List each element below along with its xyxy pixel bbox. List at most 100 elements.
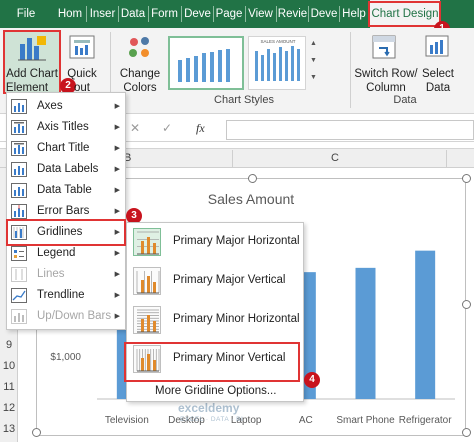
bar-smart-phone[interactable] xyxy=(355,267,376,399)
gridline-option-label: Primary Minor Vertical xyxy=(173,352,286,364)
gridline-option-primary-major-horizontal[interactable]: Primary Major Horizontal xyxy=(129,225,300,261)
menu-item-label: Data Table xyxy=(37,184,92,196)
tab-data[interactable]: Data xyxy=(119,0,147,28)
submenu-arrow-icon: ▶ xyxy=(114,187,120,194)
quick-layout-icon xyxy=(69,35,95,59)
legend-icon xyxy=(11,246,27,261)
submenu-arrow-icon: ▶ xyxy=(114,166,120,173)
formula-input[interactable] xyxy=(226,120,474,140)
switch-row-column-icon xyxy=(372,35,396,59)
add-chart-element-button[interactable]: Add Chart Element xyxy=(4,30,60,94)
menu-item-gridlines[interactable]: Gridlines ▶ xyxy=(7,222,125,243)
menu-item-label: Legend xyxy=(37,247,76,259)
tab-chart-design[interactable]: Chart Design xyxy=(370,0,440,28)
minor-vertical-gridlines-icon xyxy=(133,345,161,373)
bar-refrigerator[interactable] xyxy=(415,250,436,399)
major-horizontal-gridlines-icon xyxy=(133,228,161,256)
select-data-button[interactable]: Select Data xyxy=(418,30,458,94)
data-labels-icon xyxy=(11,162,27,177)
row-header[interactable]: 9 xyxy=(0,339,18,351)
menu-item-label: Error Bars xyxy=(37,205,90,217)
menu-item-data-table[interactable]: Data Table ▶ xyxy=(7,180,125,201)
gridlines-submenu: Primary Major Horizontal Primary Major Ve… xyxy=(126,222,304,402)
column-header-c[interactable]: C xyxy=(331,152,339,164)
gridline-option-primary-minor-horizontal[interactable]: Primary Minor Horizontal xyxy=(129,303,300,339)
lines-icon xyxy=(11,267,27,282)
chart-style-1-thumbnail[interactable] xyxy=(168,36,244,90)
gridline-option-primary-minor-vertical[interactable]: Primary Minor Vertical xyxy=(129,342,299,378)
submenu-arrow-icon: ▶ xyxy=(114,145,120,152)
menu-item-axis-titles[interactable]: Axis Titles ▶ xyxy=(7,117,125,138)
tab-insert[interactable]: Inser xyxy=(87,0,118,28)
select-data-label-1: Select xyxy=(422,68,454,80)
more-gridline-options[interactable]: More Gridline Options... xyxy=(155,385,276,397)
chart-title[interactable]: Sales Amount xyxy=(208,191,294,207)
major-vertical-gridlines-icon xyxy=(133,267,161,295)
select-data-icon xyxy=(425,35,449,57)
scroll-up-icon[interactable]: ▲ xyxy=(310,40,317,47)
tab-developer[interactable]: Deve xyxy=(182,0,213,28)
tab-developer-2[interactable]: Deve xyxy=(309,0,339,28)
resize-handle-right[interactable] xyxy=(462,300,471,309)
switch-row-column-label-1: Switch Row/ xyxy=(354,68,418,80)
error-bars-icon xyxy=(11,204,27,219)
menu-item-up-down-bars: Up/Down Bars ▶ xyxy=(7,306,125,327)
row-header[interactable]: 11 xyxy=(0,381,18,393)
row-header[interactable]: 13 xyxy=(0,423,18,435)
row-header[interactable]: 10 xyxy=(0,360,18,372)
submenu-arrow-icon: ▶ xyxy=(114,313,120,320)
row-header[interactable]: 12 xyxy=(0,402,18,414)
gridline-option-label: Primary Minor Horizontal xyxy=(173,313,300,325)
add-chart-element-icon xyxy=(18,36,46,61)
add-chart-element-label-1: Add Chart xyxy=(6,68,58,80)
watermark-tagline: EXCEL · DATA · BI xyxy=(180,416,244,423)
cancel-icon[interactable]: ✕ xyxy=(130,121,140,135)
gridlines-icon xyxy=(11,225,27,240)
submenu-arrow-icon: ▶ xyxy=(114,250,120,257)
tab-home[interactable]: Hom xyxy=(55,0,85,28)
insert-function-icon[interactable]: fx xyxy=(196,121,205,136)
tab-file[interactable]: File xyxy=(0,0,52,28)
axis-titles-icon xyxy=(11,120,27,135)
tab-view[interactable]: View xyxy=(246,0,275,28)
tab-help[interactable]: Help xyxy=(340,0,368,28)
quick-layout-button[interactable]: Quick out xyxy=(64,30,104,94)
resize-handle-top[interactable] xyxy=(248,174,257,183)
menu-item-axes[interactable]: Axes ▶ xyxy=(7,96,125,117)
axes-icon xyxy=(11,99,27,114)
chart-title-icon xyxy=(11,141,27,156)
more-styles-icon[interactable]: ▼ xyxy=(310,74,317,81)
select-data-label-2: Data xyxy=(425,82,451,94)
menu-item-legend[interactable]: Legend ▶ xyxy=(7,243,125,264)
menu-item-lines: Lines ▶ xyxy=(7,264,125,285)
gridline-option-primary-major-vertical[interactable]: Primary Major Vertical xyxy=(129,264,299,300)
menu-item-error-bars[interactable]: Error Bars ▶ xyxy=(7,201,125,222)
menu-item-label: Data Labels xyxy=(37,163,99,175)
resize-handle-top-right[interactable] xyxy=(462,174,471,183)
menu-item-label: Axis Titles xyxy=(37,121,89,133)
tab-page-layout[interactable]: Page xyxy=(214,0,244,28)
switch-row-column-button[interactable]: Switch Row/ Column xyxy=(353,30,418,94)
menu-item-data-labels[interactable]: Data Labels ▶ xyxy=(7,159,125,180)
x-tick-label: Television xyxy=(105,415,149,426)
menu-item-chart-title[interactable]: Chart Title ▶ xyxy=(7,138,125,159)
tab-formulas[interactable]: Form xyxy=(149,0,180,28)
chart-style-1-preview xyxy=(178,49,230,82)
scroll-down-icon[interactable]: ▼ xyxy=(310,57,317,64)
up-down-bars-icon xyxy=(11,309,27,324)
submenu-arrow-icon: ▶ xyxy=(114,103,120,110)
menu-item-label: Trendline xyxy=(37,289,85,301)
resize-handle-bottom-right[interactable] xyxy=(462,428,471,437)
chart-style-2-thumbnail[interactable]: SALES AMOUNT xyxy=(248,36,306,90)
x-tick-label: Refrigerator xyxy=(399,415,452,426)
watermark-logo: exceldemy xyxy=(178,401,240,415)
resize-handle-bottom-left[interactable] xyxy=(32,428,41,437)
tab-review[interactable]: Revie xyxy=(277,0,308,28)
menu-item-trendline[interactable]: Trendline ▶ xyxy=(7,285,125,306)
enter-icon[interactable]: ✓ xyxy=(162,121,172,135)
change-colors-button[interactable]: Change Colors xyxy=(116,30,164,94)
minor-horizontal-gridlines-icon xyxy=(133,306,161,334)
x-tick-label: Smart Phone xyxy=(336,415,395,426)
chart-styles-scroll[interactable]: ▲ ▼ ▼ xyxy=(309,36,319,90)
data-group-label: Data xyxy=(393,94,417,106)
